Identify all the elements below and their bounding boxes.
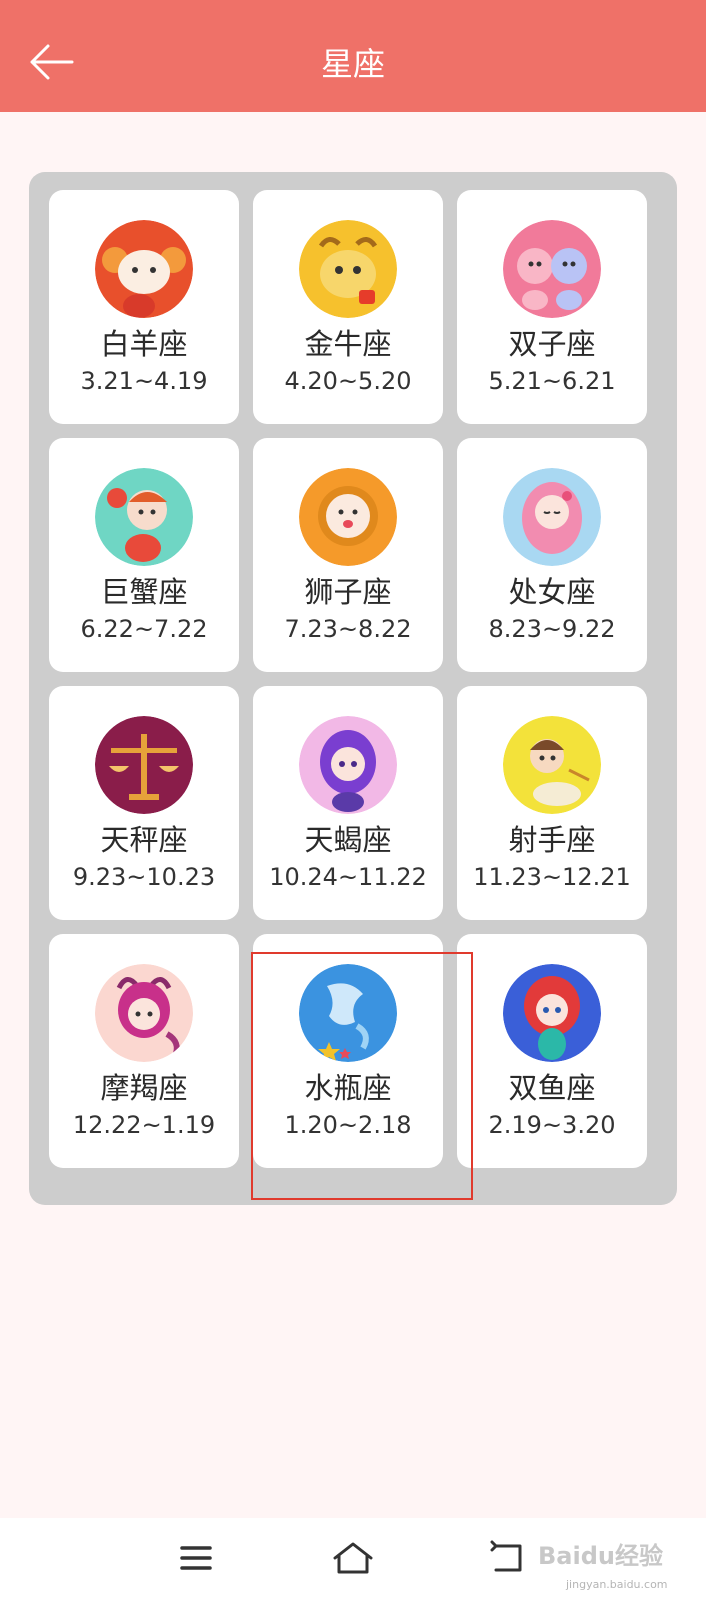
zodiac-card-cancer[interactable]: 巨蟹座 6.22~7.22 [49, 438, 239, 672]
home-button[interactable] [329, 1536, 377, 1580]
zodiac-card-leo[interactable]: 狮子座 7.23~8.22 [253, 438, 443, 672]
zodiac-grid: 白羊座 3.21~4.19 金牛座 4.20~5.20 双子座 5.21~6.2… [29, 172, 677, 1205]
zodiac-date: 6.22~7.22 [80, 615, 208, 643]
zodiac-card-virgo[interactable]: 处女座 8.23~9.22 [457, 438, 647, 672]
zodiac-name: 狮子座 [304, 575, 392, 609]
zodiac-name: 巨蟹座 [100, 575, 188, 609]
zodiac-name: 白羊座 [100, 327, 188, 361]
zodiac-name: 处女座 [508, 575, 596, 609]
menu-button[interactable] [172, 1536, 220, 1580]
zodiac-name: 双子座 [508, 327, 596, 361]
page-title: 星座 [320, 45, 385, 83]
zodiac-name: 天秤座 [100, 823, 188, 857]
aries-avatar [95, 220, 193, 318]
zodiac-date: 8.23~9.22 [488, 615, 616, 643]
aquarius-avatar [299, 964, 397, 1062]
zodiac-date: 10.24~11.22 [269, 863, 427, 891]
zodiac-date: 3.21~4.19 [80, 367, 208, 395]
zodiac-date: 7.23~8.22 [284, 615, 412, 643]
leo-avatar [299, 468, 397, 566]
zodiac-card-libra[interactable]: 天秤座 9.23~10.23 [49, 686, 239, 920]
zodiac-date: 11.23~12.21 [473, 863, 631, 891]
zodiac-name: 射手座 [508, 823, 596, 857]
sagittarius-avatar [503, 716, 601, 814]
zodiac-card-aries[interactable]: 白羊座 3.21~4.19 [49, 190, 239, 424]
zodiac-card-aquarius[interactable]: 水瓶座 1.20~2.18 [253, 934, 443, 1168]
system-nav-bar [0, 1518, 706, 1600]
virgo-avatar [503, 468, 601, 566]
zodiac-name: 摩羯座 [100, 1071, 188, 1105]
back-nav-button[interactable] [484, 1536, 532, 1580]
capricorn-avatar [95, 964, 193, 1062]
zodiac-date: 1.20~2.18 [284, 1111, 412, 1139]
menu-icon [180, 1546, 212, 1570]
zodiac-card-capricorn[interactable]: 摩羯座 12.22~1.19 [49, 934, 239, 1168]
taurus-avatar [299, 220, 397, 318]
pisces-avatar [503, 964, 601, 1062]
return-icon [490, 1540, 522, 1572]
home-icon [333, 1542, 373, 1574]
zodiac-name: 水瓶座 [304, 1071, 392, 1105]
zodiac-name: 天蝎座 [304, 823, 392, 857]
zodiac-date: 2.19~3.20 [488, 1111, 616, 1139]
cancer-avatar [95, 468, 193, 566]
top-bar: 星座 [0, 0, 706, 112]
zodiac-card-pisces[interactable]: 双鱼座 2.19~3.20 [457, 934, 647, 1168]
zodiac-card-gemini[interactable]: 双子座 5.21~6.21 [457, 190, 647, 424]
zodiac-date: 9.23~10.23 [72, 863, 216, 891]
zodiac-name: 双鱼座 [508, 1071, 596, 1105]
zodiac-card-scorpio[interactable]: 天蝎座 10.24~11.22 [253, 686, 443, 920]
scorpio-avatar [299, 716, 397, 814]
libra-avatar [95, 716, 193, 814]
zodiac-date: 4.20~5.20 [284, 367, 412, 395]
zodiac-date: 5.21~6.21 [488, 367, 616, 395]
zodiac-card-sagittarius[interactable]: 射手座 11.23~12.21 [457, 686, 647, 920]
zodiac-card-taurus[interactable]: 金牛座 4.20~5.20 [253, 190, 443, 424]
gemini-avatar [503, 220, 601, 318]
zodiac-name: 金牛座 [304, 327, 392, 361]
zodiac-date: 12.22~1.19 [72, 1111, 216, 1139]
